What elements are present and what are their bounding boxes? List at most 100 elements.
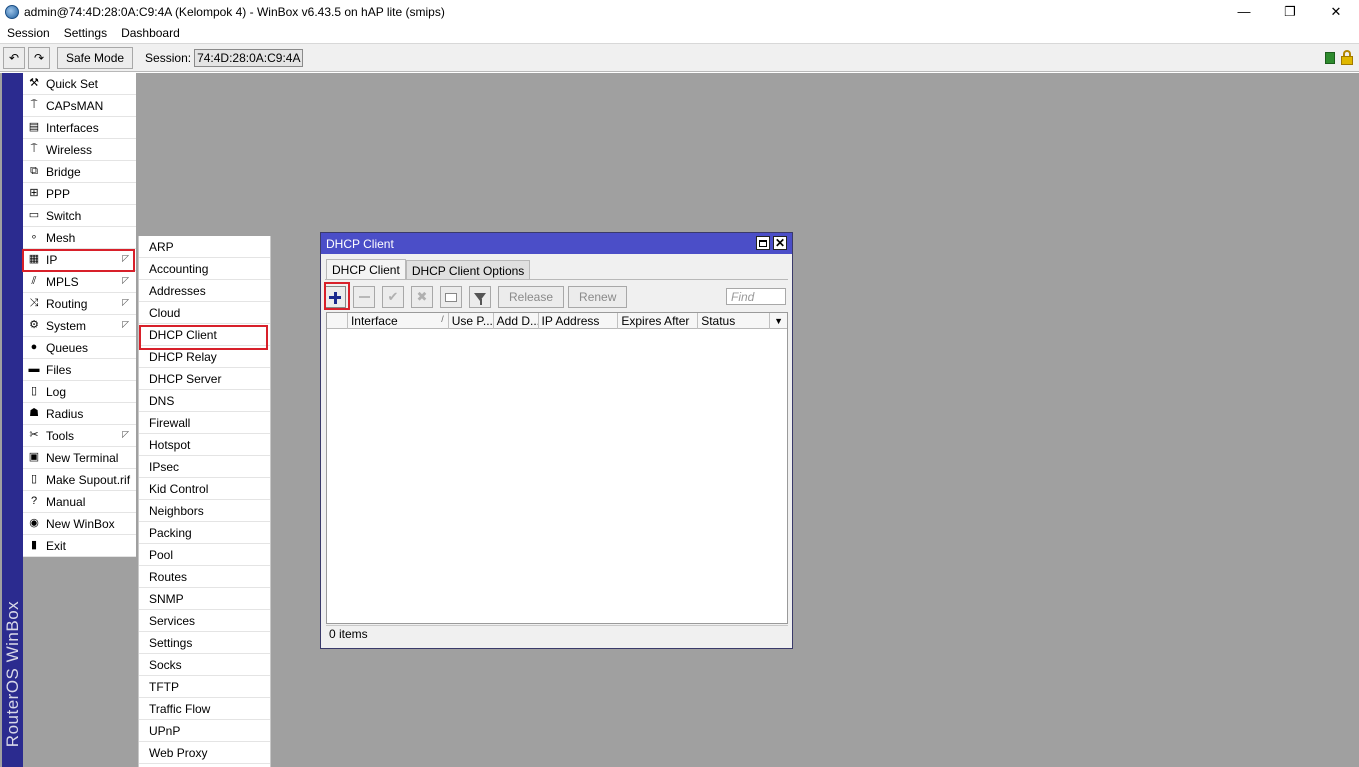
menu-session[interactable]: Session (0, 26, 57, 40)
menu-item-radius[interactable]: ☗ Radius (23, 403, 136, 425)
filter-button[interactable] (469, 286, 491, 308)
submenu-item-pool[interactable]: Pool (139, 544, 270, 566)
menu-bar: Session Settings Dashboard (0, 23, 1359, 43)
remove-button[interactable] (353, 286, 375, 308)
submenu-item-cloud[interactable]: Cloud (139, 302, 270, 324)
menu-item-label: Manual (46, 494, 86, 509)
menu-item-tools[interactable]: ✂ Tools ◸ (23, 425, 136, 447)
submenu-item-accounting[interactable]: Accounting (139, 258, 270, 280)
column-use-peer-dns[interactable]: Use P... (449, 313, 494, 329)
menu-item-make-supout[interactable]: ▯ Make Supout.rif (23, 469, 136, 491)
quick-set-icon: ⚒ (29, 77, 39, 89)
submenu-item-firewall[interactable]: Firewall (139, 412, 270, 434)
menu-item-exit[interactable]: ▮ Exit (23, 535, 136, 557)
maximize-icon (759, 239, 767, 247)
window-controls: — ❐ ✕ (1221, 0, 1359, 23)
submenu-item-arp[interactable]: ARP (139, 236, 270, 258)
submenu-arrow-icon: ◸ (122, 319, 129, 329)
column-interface[interactable]: Interface / (348, 313, 449, 329)
find-input[interactable]: Find (726, 288, 786, 305)
enable-button[interactable]: ✔ (382, 286, 404, 308)
close-button[interactable]: ✕ (1313, 0, 1359, 23)
submenu-item-packing[interactable]: Packing (139, 522, 270, 544)
submenu-item-neighbors[interactable]: Neighbors (139, 500, 270, 522)
tab-dhcp-client-options[interactable]: DHCP Client Options (405, 260, 531, 280)
menu-item-label: New WinBox (46, 516, 115, 531)
safe-mode-button[interactable]: Safe Mode (57, 46, 134, 69)
menu-item-manual[interactable]: ? Manual (23, 491, 136, 513)
menu-item-switch[interactable]: ▭ Switch (23, 205, 136, 227)
dhcp-window-close-button[interactable]: ✕ (773, 236, 787, 250)
column-ip-address[interactable]: IP Address (539, 313, 619, 329)
submenu-item-hotspot[interactable]: Hotspot (139, 434, 270, 456)
menu-item-new-winbox[interactable]: ◉ New WinBox (23, 513, 136, 535)
submenu-item-kid-control[interactable]: Kid Control (139, 478, 270, 500)
restore-button[interactable]: ❐ (1267, 0, 1313, 23)
undo-button[interactable]: ↶ (3, 46, 25, 69)
submenu-item-settings[interactable]: Settings (139, 632, 270, 654)
maximize-button[interactable] (756, 236, 770, 250)
submenu-item-ipsec[interactable]: IPsec (139, 456, 270, 478)
menu-item-bridge[interactable]: ⧉ Bridge (23, 161, 136, 183)
column-chooser-dropdown[interactable]: ▼ (770, 313, 787, 328)
redo-button[interactable]: ↷ (28, 46, 50, 69)
session-field[interactable]: 74:4D:28:0A:C9:4A (194, 48, 304, 67)
menu-item-capsman[interactable]: ⍑ CAPsMAN (23, 95, 136, 117)
column-status[interactable]: Status (698, 313, 771, 329)
menu-item-label: MPLS (46, 274, 79, 289)
brand-strip: RouterOS WinBox (2, 73, 23, 767)
menu-item-system[interactable]: ⚙ System ◸ (23, 315, 136, 337)
menu-settings[interactable]: Settings (57, 26, 114, 40)
submenu-item-services[interactable]: Services (139, 610, 270, 632)
dhcp-client-table[interactable]: Interface / Use P... Add D... IP Address … (326, 312, 788, 624)
column-expires-after[interactable]: Expires After (618, 313, 699, 329)
submenu-item-socks[interactable]: Socks (139, 654, 270, 676)
ip-menu-highlight (22, 249, 135, 272)
submenu-item-addresses[interactable]: Addresses (139, 280, 270, 302)
minimize-button[interactable]: — (1221, 0, 1267, 23)
menu-dashboard[interactable]: Dashboard (114, 26, 187, 40)
comment-button[interactable] (440, 286, 462, 308)
menu-item-mpls[interactable]: ⫽ MPLS ◸ (23, 271, 136, 293)
submenu-item-dhcp-server[interactable]: DHCP Server (139, 368, 270, 390)
menu-item-files[interactable]: ▬ Files (23, 359, 136, 381)
redo-icon: ↷ (33, 50, 45, 65)
submenu-item-web-proxy[interactable]: Web Proxy (139, 742, 270, 764)
menu-item-routing[interactable]: ⤨ Routing ◸ (23, 293, 136, 315)
column-flags[interactable] (327, 313, 348, 329)
menu-item-ppp[interactable]: ⊞ PPP (23, 183, 136, 205)
menu-item-wireless[interactable]: ⍑ Wireless (23, 139, 136, 161)
dhcp-window-titlebar[interactable]: DHCP Client ✕ (321, 233, 792, 254)
menu-item-new-terminal[interactable]: ▣ New Terminal (23, 447, 136, 469)
menu-item-mesh[interactable]: ∘ Mesh (23, 227, 136, 249)
submenu-item-routes[interactable]: Routes (139, 566, 270, 588)
main-toolbar: ↶ ↷ Safe Mode Session: 74:4D:28:0A:C9:4A (0, 43, 1359, 72)
tab-dhcp-client[interactable]: DHCP Client (326, 259, 406, 280)
disable-button[interactable]: ✖ (411, 286, 433, 308)
interfaces-icon: ▤ (28, 121, 40, 133)
menu-item-log[interactable]: ▯ Log (23, 381, 136, 403)
dhcp-client-window: DHCP Client ✕ DHCP Client DHCP Client Op… (320, 232, 793, 649)
submenu-item-tftp[interactable]: TFTP (139, 676, 270, 698)
submenu-item-traffic-flow[interactable]: Traffic Flow (139, 698, 270, 720)
column-add-default-route[interactable]: Add D... (494, 313, 539, 329)
menu-item-interfaces[interactable]: ▤ Interfaces (23, 117, 136, 139)
main-menu: ⚒ Quick Set ⍑ CAPsMAN ▤ Interfaces ⍑ Wireles… (23, 73, 136, 557)
ip-submenu: ARP Accounting Addresses Cloud DHCP Clie… (138, 236, 271, 767)
menu-item-quick-set[interactable]: ⚒ Quick Set (23, 73, 136, 95)
menu-item-label: Log (46, 384, 67, 399)
menu-item-label: Bridge (46, 164, 81, 179)
menu-item-label: Tools (46, 428, 75, 443)
renew-button[interactable]: Renew (568, 286, 628, 308)
workspace: RouterOS WinBox ⚒ Quick Set ⍑ CAPsMAN ▤ Int… (0, 73, 1359, 767)
menu-item-queues[interactable]: ● Queues (23, 337, 136, 359)
window-titlebar: admin@74:4D:28:0A:C9:4A (Kelompok 4) - W… (0, 0, 1359, 23)
submenu-arrow-icon: ◸ (122, 429, 129, 439)
submenu-item-snmp[interactable]: SNMP (139, 588, 270, 610)
release-button[interactable]: Release (498, 286, 565, 308)
submenu-item-upnp[interactable]: UPnP (139, 720, 270, 742)
submenu-item-dns[interactable]: DNS (139, 390, 270, 412)
queues-icon: ● (30, 341, 38, 353)
menu-item-label: CAPsMAN (46, 98, 104, 113)
brand-text: RouterOS WinBox (2, 600, 22, 748)
